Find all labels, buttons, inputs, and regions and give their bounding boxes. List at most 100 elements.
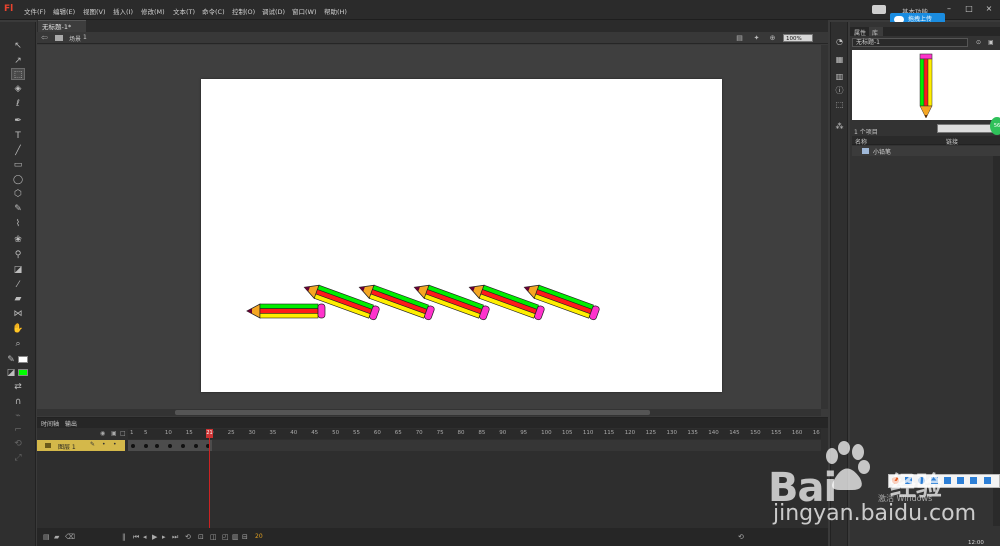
transform-icon[interactable]: ⬚: [835, 100, 844, 109]
stroke-color-swatch[interactable]: [18, 356, 28, 363]
library-search-input[interactable]: [937, 124, 997, 133]
edit-multiple-icon[interactable]: ▥: [232, 533, 239, 541]
pencil-icon[interactable]: ✎: [11, 203, 25, 215]
zoom-icon[interactable]: ⌕: [11, 338, 25, 350]
swap-colors-icon[interactable]: ⇄: [11, 381, 25, 393]
components-icon[interactable]: ⁂: [835, 122, 844, 131]
menu-file[interactable]: 文件(F): [24, 6, 46, 16]
edit-scene-icon[interactable]: ▤: [735, 34, 744, 42]
ime-tools-icon[interactable]: [970, 477, 977, 484]
tab-output[interactable]: 输出: [65, 419, 77, 428]
keyframe[interactable]: [181, 444, 185, 448]
frames-row[interactable]: [128, 440, 821, 451]
keyframe[interactable]: [194, 444, 198, 448]
info-icon[interactable]: ⓘ: [835, 86, 844, 95]
menu-control[interactable]: 控制(O): [232, 6, 255, 16]
green-badge[interactable]: 56: [990, 117, 1000, 135]
menu-window[interactable]: 窗口(W): [292, 6, 317, 16]
layer-lock-dot-icon[interactable]: •: [113, 441, 117, 448]
lasso-icon[interactable]: ℓ: [11, 98, 25, 110]
pause-icon[interactable]: ‖: [122, 533, 126, 541]
back-arrow-icon[interactable]: ⇦: [41, 33, 48, 42]
library-document-select[interactable]: 无标题-1: [852, 38, 968, 47]
onion-skin-icon[interactable]: ◫: [210, 533, 217, 541]
brush-icon[interactable]: ⌇: [11, 218, 25, 230]
ime-skin-icon[interactable]: [957, 477, 964, 484]
menu-insert[interactable]: 插入(I): [113, 6, 133, 16]
bone-icon[interactable]: ⚲: [11, 249, 25, 261]
menu-modify[interactable]: 修改(M): [141, 6, 165, 16]
onion-outline-icon[interactable]: ◰: [222, 533, 229, 541]
layer-name[interactable]: 图层 1: [58, 442, 76, 451]
subselection-icon[interactable]: ↗: [11, 55, 25, 67]
zoom-timeline-icon[interactable]: ⟲: [738, 533, 744, 541]
tab-library[interactable]: 库: [872, 28, 878, 37]
oval-icon[interactable]: ◯: [11, 174, 25, 186]
keyframe[interactable]: [155, 444, 159, 448]
close-icon[interactable]: ×: [982, 4, 996, 14]
menu-text[interactable]: 文本(T): [173, 6, 195, 16]
stage-vertical-scrollbar[interactable]: [821, 45, 828, 409]
pencil-edit-icon[interactable]: ✎: [90, 441, 95, 448]
deco-icon[interactable]: ❀: [11, 234, 25, 246]
polystar-icon[interactable]: ⬡: [11, 188, 25, 200]
outline-icon[interactable]: □: [120, 430, 126, 437]
modify-markers-icon[interactable]: ⊟: [242, 533, 248, 541]
playhead[interactable]: 21: [206, 429, 213, 438]
lock-icon[interactable]: ▣: [111, 430, 117, 437]
snap-icon[interactable]: ∩: [11, 396, 25, 408]
delete-layer-icon[interactable]: ⌫: [65, 533, 75, 541]
camera-icon[interactable]: [872, 5, 886, 14]
fill-color-icon[interactable]: ◪: [6, 367, 16, 379]
pencil-instance[interactable]: [246, 303, 326, 319]
menu-edit[interactable]: 编辑(E): [53, 6, 75, 16]
library-item-name[interactable]: 小铅笔: [873, 147, 891, 156]
eyedropper-icon[interactable]: ⁄: [11, 279, 25, 291]
new-library-icon[interactable]: ▣: [988, 39, 994, 46]
line-icon[interactable]: ╱: [11, 145, 25, 157]
ime-keyboard-icon[interactable]: [944, 477, 951, 484]
layer-visible-dot-icon[interactable]: •: [102, 441, 106, 448]
new-folder-icon[interactable]: ▰: [54, 533, 59, 541]
rotate-icon[interactable]: ⟲: [11, 438, 25, 450]
paint-bucket-icon[interactable]: ◪: [11, 264, 25, 276]
horizontal-scroll-thumb[interactable]: [175, 410, 650, 415]
play-icon[interactable]: ▶: [152, 533, 157, 541]
keyframe[interactable]: [168, 444, 172, 448]
menu-commands[interactable]: 命令(C): [202, 6, 225, 16]
color-icon[interactable]: ◔: [835, 37, 844, 46]
column-name[interactable]: 名称: [855, 137, 867, 146]
pin-icon[interactable]: ⊙: [976, 39, 981, 46]
stage[interactable]: [201, 79, 722, 392]
swatches-icon[interactable]: ▦: [835, 55, 844, 64]
stroke-color-icon[interactable]: ✎: [6, 354, 16, 366]
last-frame-icon[interactable]: ⏭: [172, 533, 178, 542]
ime-settings-icon[interactable]: [984, 477, 991, 484]
new-layer-icon[interactable]: ▤: [43, 533, 50, 541]
fill-color-swatch[interactable]: [18, 369, 28, 376]
smooth-icon[interactable]: ⌁: [11, 410, 25, 422]
scale-icon[interactable]: ⤢: [11, 452, 25, 464]
keyframe[interactable]: [144, 444, 148, 448]
scene-label[interactable]: 场景: [69, 34, 81, 43]
document-tab[interactable]: 无标题-1*: [38, 20, 86, 32]
keyframe[interactable]: [131, 444, 135, 448]
text-icon[interactable]: T: [11, 130, 25, 142]
menu-view[interactable]: 视图(V): [83, 6, 106, 16]
menu-help[interactable]: 帮助(H): [324, 6, 347, 16]
library-scrollbar[interactable]: [993, 156, 1000, 526]
tab-timeline[interactable]: 时间轴: [41, 419, 59, 428]
loop-icon[interactable]: ⟲: [185, 533, 191, 541]
fps-readout[interactable]: 20: [255, 533, 263, 540]
step-forward-icon[interactable]: ▸: [162, 533, 166, 541]
edit-symbol-icon[interactable]: ✦: [752, 34, 761, 42]
first-frame-icon[interactable]: ⏮: [133, 533, 139, 542]
selection-icon[interactable]: ↖: [11, 40, 25, 52]
center-frame-icon[interactable]: ⊡: [198, 533, 204, 541]
zoom-select[interactable]: 100%: [783, 34, 813, 42]
tab-properties[interactable]: 属性: [854, 28, 866, 37]
rectangle-icon[interactable]: ▭: [11, 159, 25, 171]
hand-icon[interactable]: ✋: [11, 323, 25, 335]
stage-center-icon[interactable]: ⊕: [768, 34, 777, 42]
width-icon[interactable]: ⋈: [11, 308, 25, 320]
